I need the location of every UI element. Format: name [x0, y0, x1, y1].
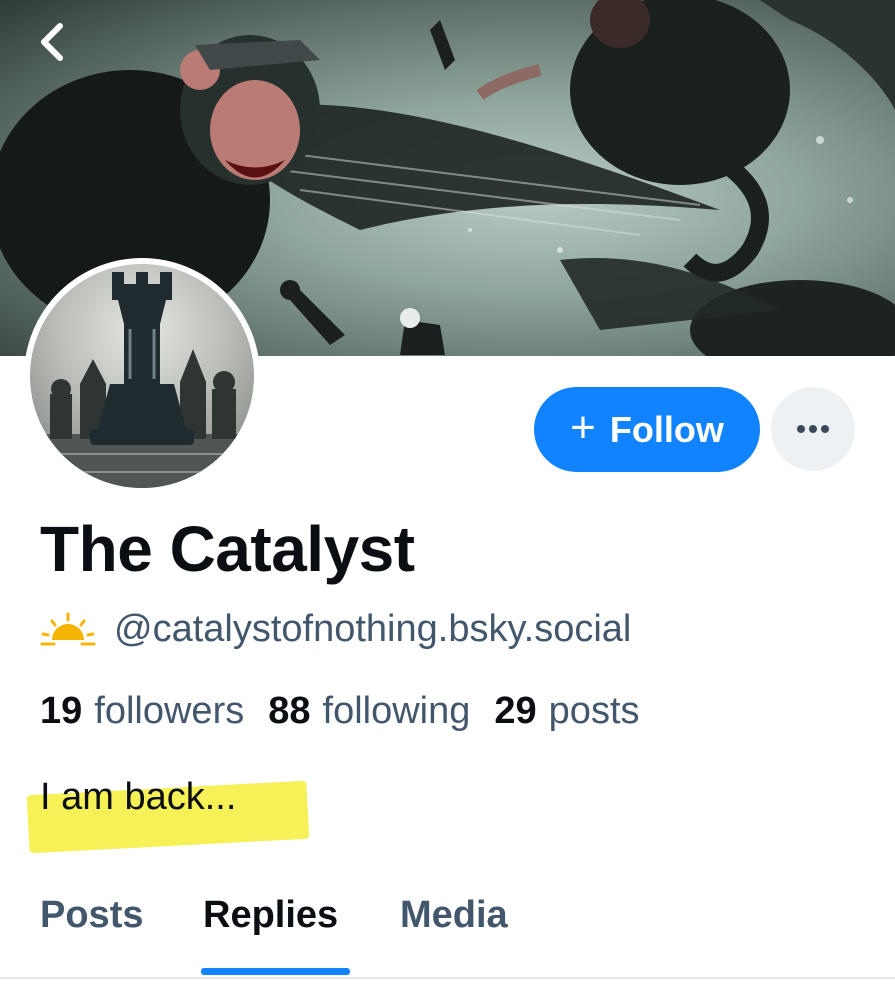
active-tab-indicator [201, 968, 350, 975]
display-name: The Catalyst [40, 513, 415, 585]
plus-icon: + [570, 402, 596, 452]
avatar-image [30, 264, 254, 488]
handle[interactable]: @catalystofnothing.bsky.social [114, 608, 631, 651]
tabs-divider [0, 977, 895, 979]
followers-count: 19 [40, 690, 83, 732]
tab-posts[interactable]: Posts [40, 894, 143, 937]
posts-label: posts [548, 690, 640, 732]
profile-stats: 19 followers 88 following 29 posts [40, 690, 640, 733]
chevron-left-icon [41, 23, 63, 61]
follow-label: Follow [609, 408, 724, 450]
more-options-button[interactable] [771, 387, 855, 471]
handle-row: @catalystofnothing.bsky.social [40, 608, 631, 651]
following-stat[interactable]: 88 following [268, 690, 470, 733]
sun-icon [40, 612, 96, 645]
following-count: 88 [268, 690, 311, 732]
bio: I am back... [40, 776, 237, 818]
avatar[interactable] [24, 258, 260, 494]
ellipsis-icon [797, 425, 829, 433]
posts-count: 29 [494, 690, 537, 732]
tab-media[interactable]: Media [400, 894, 508, 937]
posts-stat: 29 posts [494, 690, 639, 733]
followers-stat[interactable]: 19 followers [40, 690, 244, 733]
tab-replies[interactable]: Replies [203, 894, 338, 937]
followers-label: followers [94, 690, 245, 732]
following-label: following [322, 690, 471, 732]
profile-tabs: Posts Replies Media [0, 880, 895, 978]
chess-rook-illustration [30, 272, 254, 488]
back-button[interactable] [38, 22, 86, 70]
follow-button[interactable]: + Follow [534, 387, 760, 472]
